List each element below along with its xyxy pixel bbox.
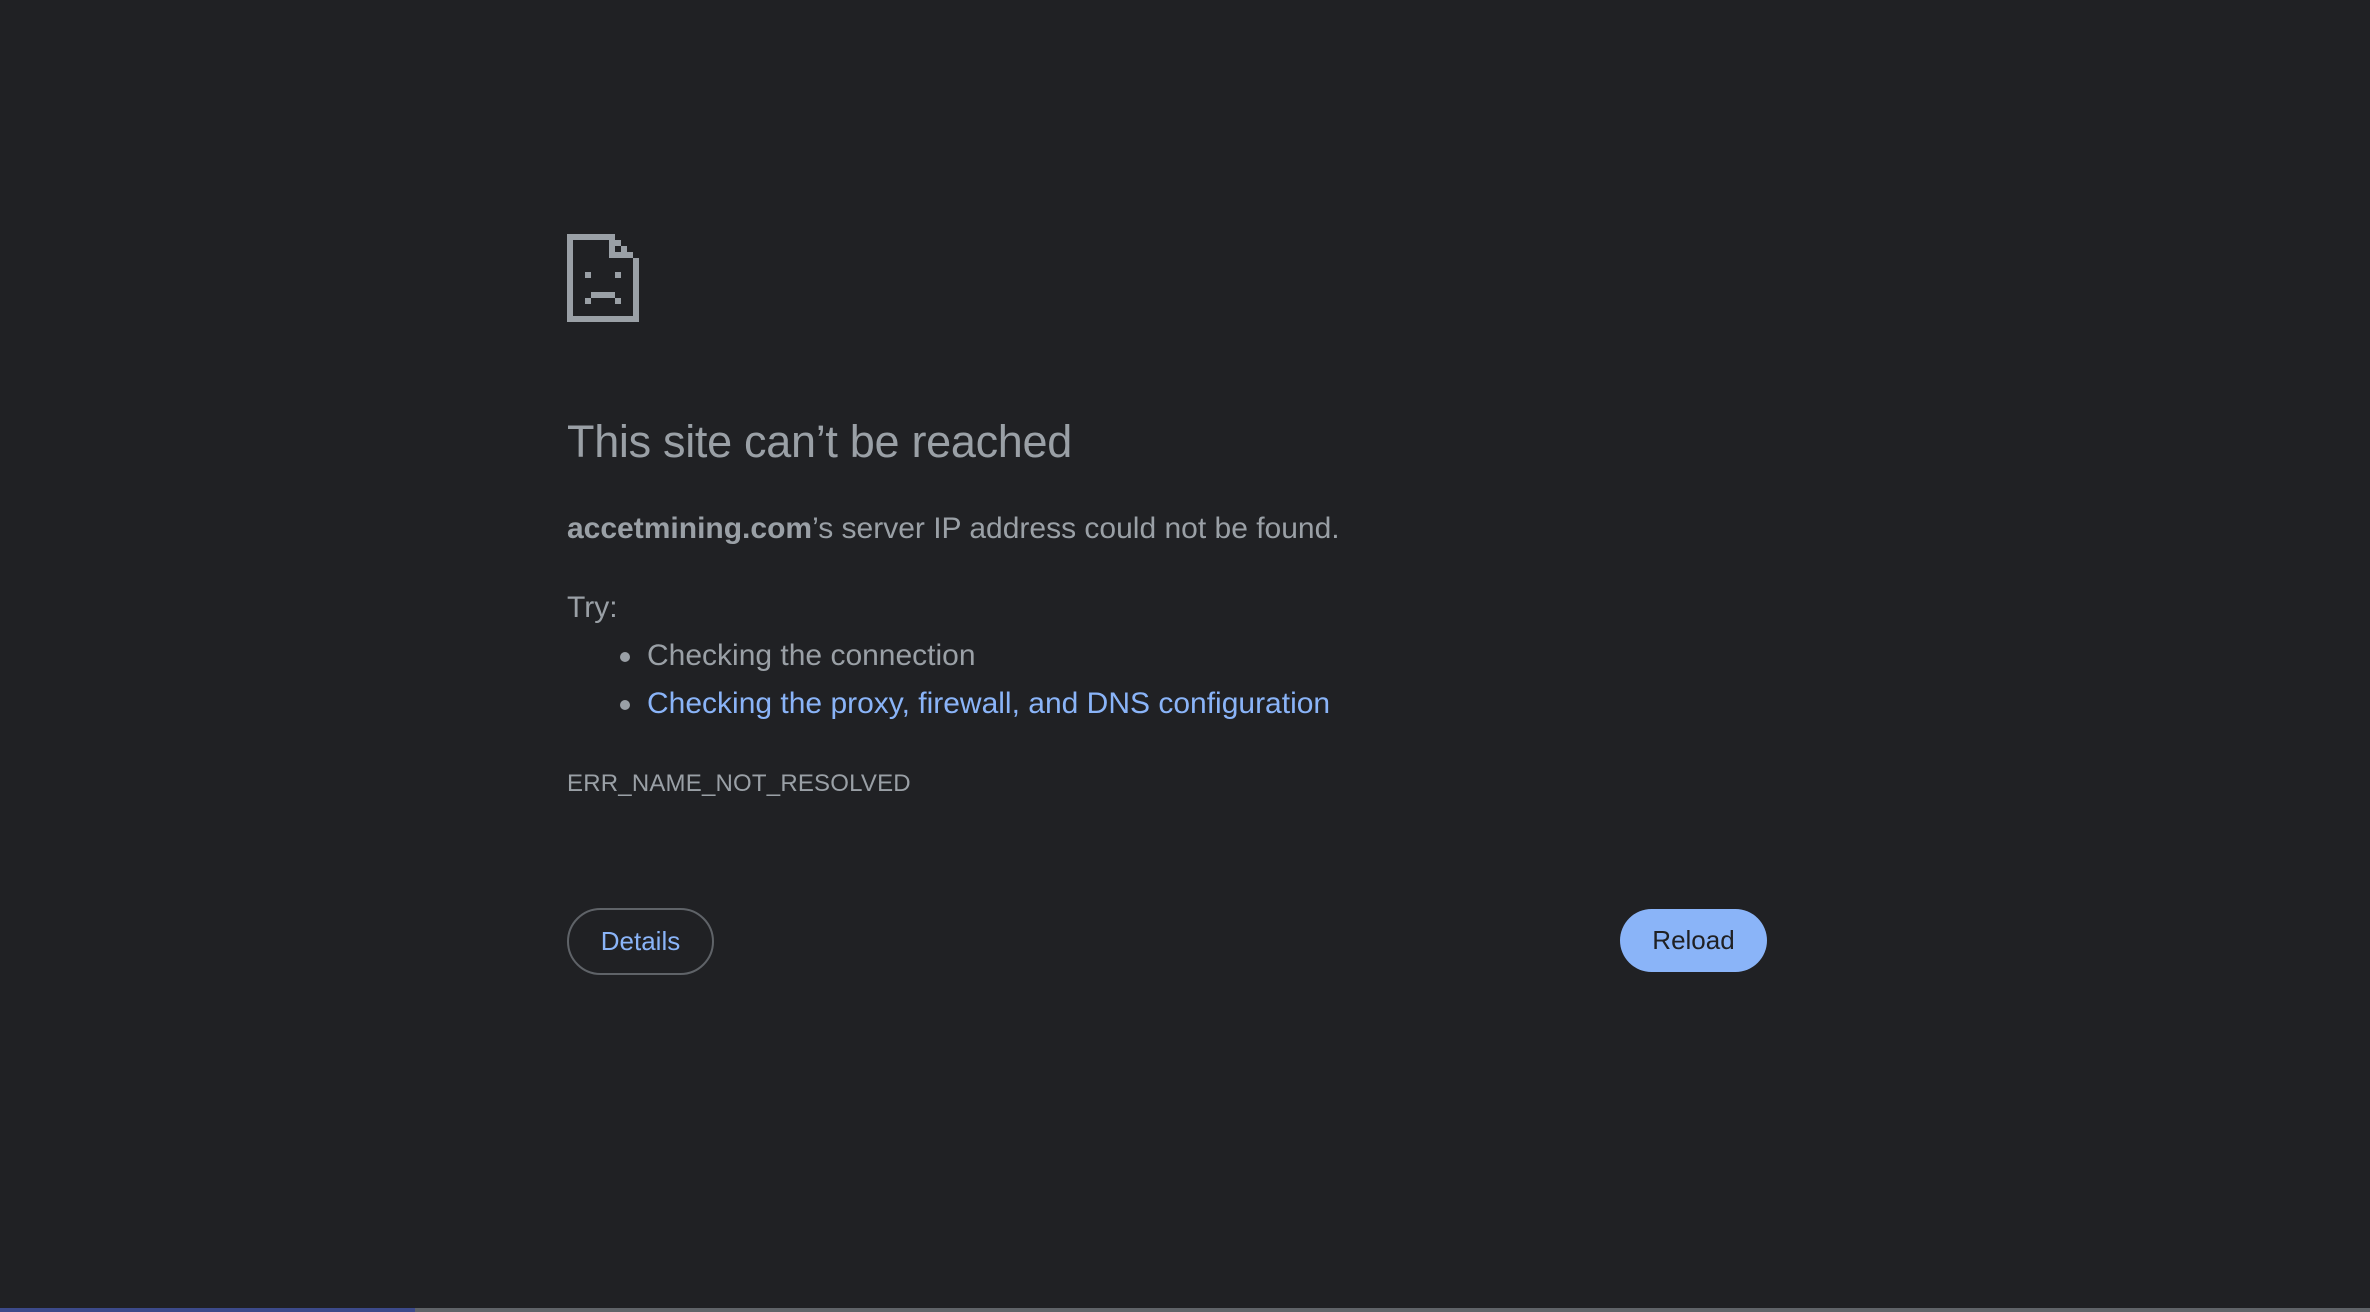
bullet-icon (620, 700, 630, 710)
reload-button[interactable]: Reload (1620, 909, 1767, 972)
bullet-icon (620, 652, 630, 662)
try-label: Try: (567, 591, 618, 624)
error-code: ERR_NAME_NOT_RESOLVED (567, 770, 911, 797)
proxy-firewall-dns-link[interactable]: Checking the proxy, firewall, and DNS co… (647, 687, 1330, 720)
error-message: accetmining.com’s server IP address coul… (567, 512, 1340, 546)
suggestion-list: Checking the connection Checking the pro… (567, 632, 1330, 728)
page-title: This site can’t be reached (567, 416, 1072, 467)
details-button[interactable]: Details (567, 908, 714, 975)
error-host: accetmining.com (567, 512, 813, 545)
suggestion-item: Checking the connection (567, 632, 1330, 680)
suggestion-text: Checking the connection (647, 639, 976, 672)
sad-file-icon (567, 234, 639, 322)
error-page: This site can’t be reached accetmining.c… (0, 0, 2370, 1312)
error-content: This site can’t be reached accetmining.c… (567, 234, 1767, 797)
error-message-text: ’s server IP address could not be found. (812, 512, 1340, 545)
suggestion-item: Checking the proxy, firewall, and DNS co… (567, 680, 1330, 728)
bottom-bar-accent (0, 1308, 415, 1312)
